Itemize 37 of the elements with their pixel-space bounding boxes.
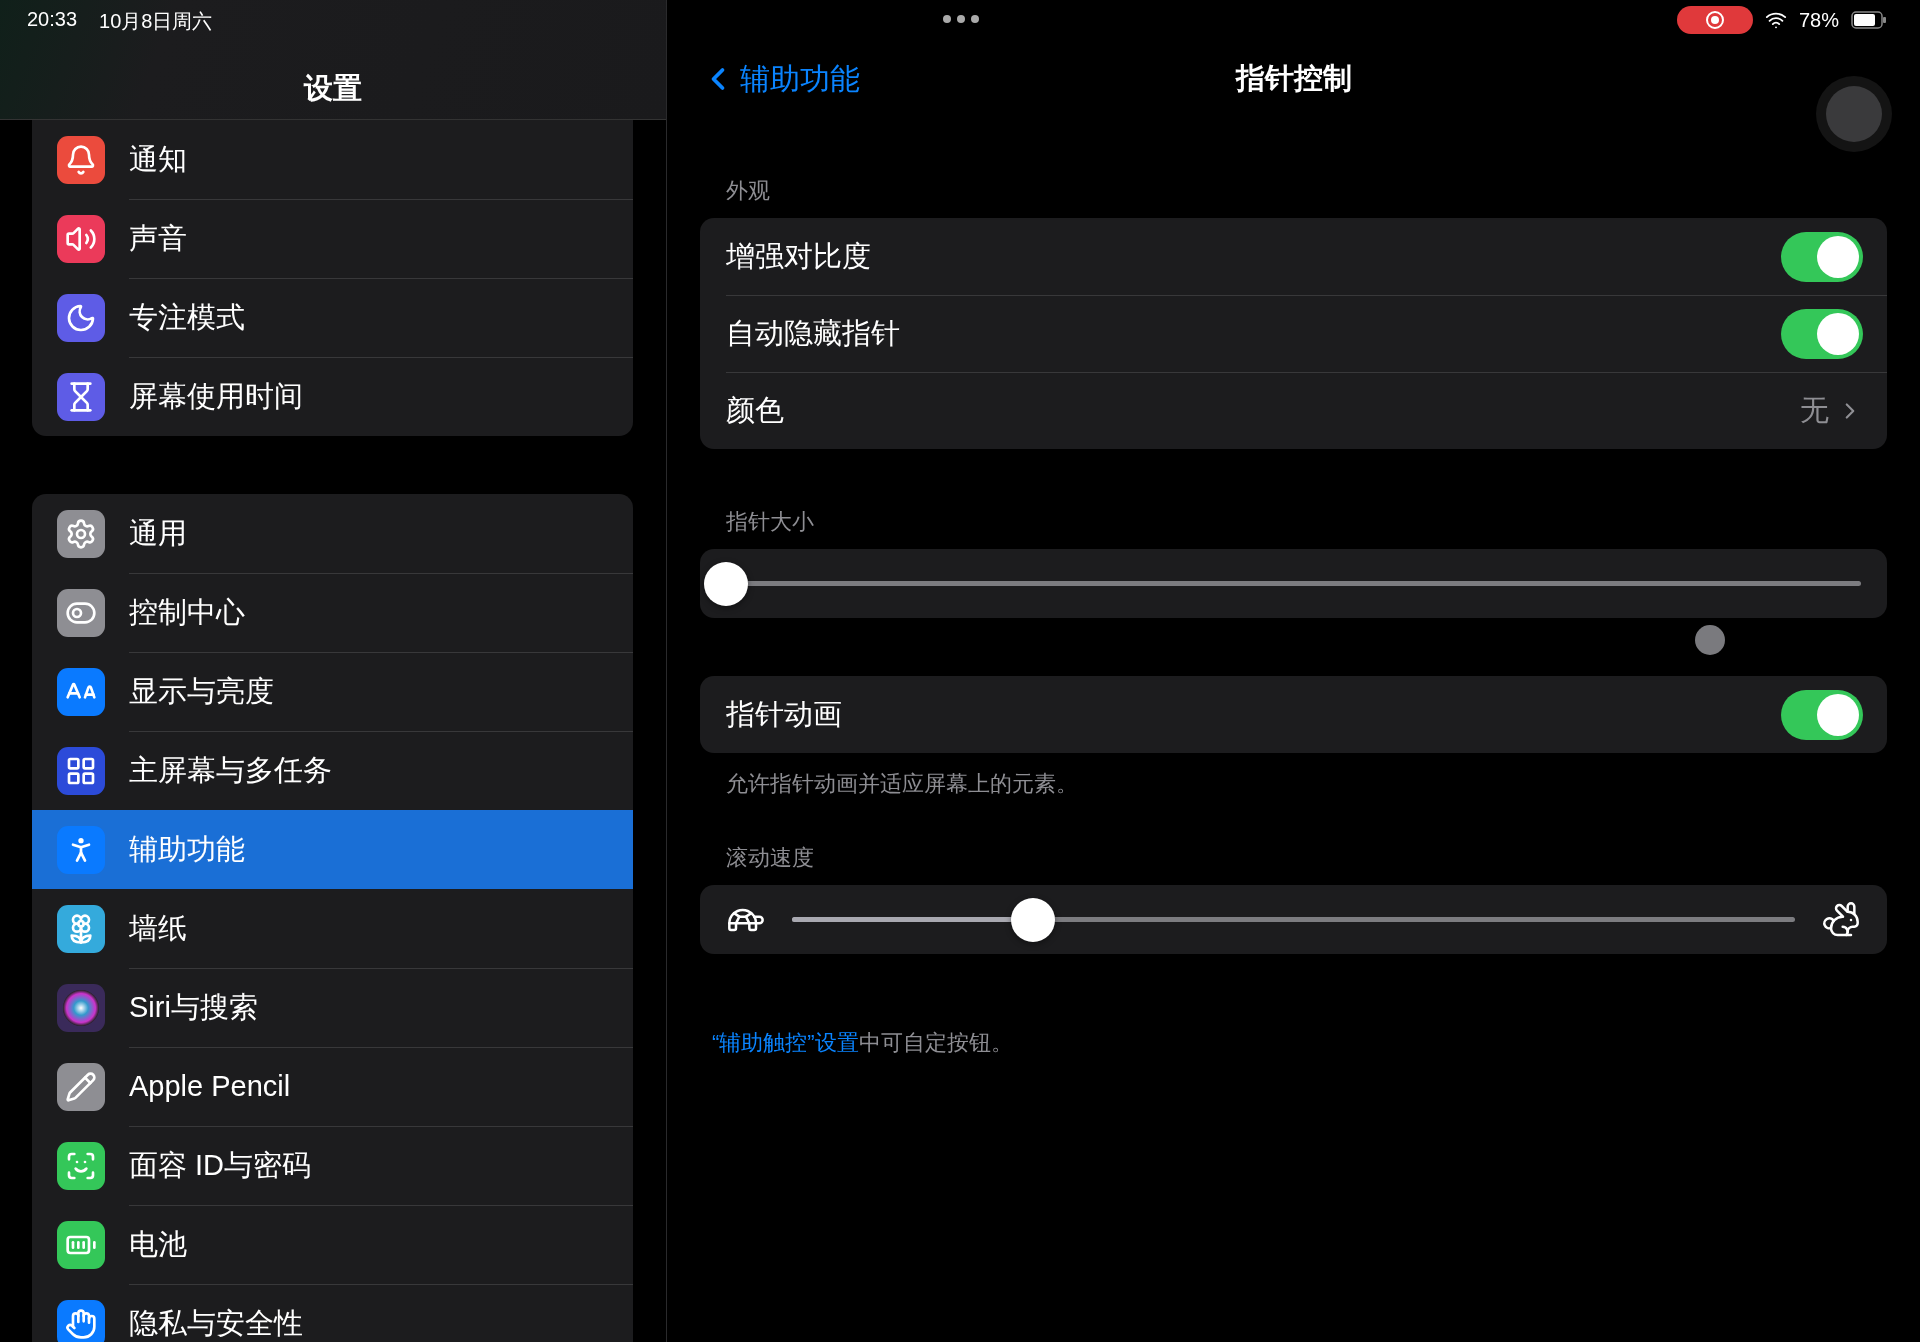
- slider-thumb[interactable]: [704, 561, 748, 606]
- sidebar-title: 设置: [302, 71, 363, 106]
- sidebar-item[interactable]: 控制中心: [32, 573, 633, 652]
- status-time: 20:33: [27, 8, 78, 32]
- sidebar-item[interactable]: 通知: [32, 120, 633, 199]
- sidebar-item[interactable]: 面容 ID与密码: [32, 1126, 633, 1205]
- note-text: “辅助触控”设置中可自定按钮。: [711, 1029, 1014, 1057]
- pointer-dot: [1695, 625, 1725, 655]
- toggle-switch[interactable]: [1781, 308, 1863, 359]
- battery-percent: 78%: [1798, 8, 1839, 32]
- row-label: 指针动画: [726, 696, 842, 732]
- row-label: 增强对比度: [726, 238, 871, 274]
- sidebar-item[interactable]: Apple Pencil: [32, 1047, 633, 1126]
- battery-icon: [1851, 11, 1887, 29]
- sidebar-item[interactable]: 专注模式: [32, 278, 633, 357]
- sidebar-item[interactable]: 主屏幕与多任务: [32, 731, 633, 810]
- section-header: 指针大小: [725, 508, 815, 536]
- sidebar-item[interactable]: Siri与搜索: [32, 968, 633, 1047]
- toggle-switch[interactable]: [1781, 231, 1863, 282]
- page-title: 指针控制: [1235, 61, 1352, 96]
- sidebar-item[interactable]: 电池: [32, 1205, 633, 1284]
- sidebar-item[interactable]: 通用: [32, 494, 633, 573]
- sidebar-item[interactable]: 声音: [32, 199, 633, 278]
- footer-text: 允许指针动画并适应屏幕上的元素。: [725, 770, 1079, 798]
- toggle-switch[interactable]: [1781, 689, 1863, 740]
- sidebar-item[interactable]: 屏幕使用时间: [32, 357, 633, 436]
- sidebar-item[interactable]: 显示与亮度: [32, 652, 633, 731]
- disclosure-row[interactable]: 颜色 无: [700, 372, 1887, 449]
- back-link[interactable]: 辅助功能: [700, 58, 1236, 100]
- section-header: 滚动速度: [725, 844, 815, 872]
- status-date: 10月8日周六: [99, 9, 213, 34]
- sidebar-item[interactable]: 墙纸: [32, 889, 633, 968]
- sidebar-item[interactable]: 辅助功能: [32, 810, 633, 889]
- section-header: 外观: [725, 177, 771, 205]
- sidebar-item[interactable]: 隐私与安全性: [32, 1284, 633, 1342]
- settings-link[interactable]: “辅助触控”设置: [712, 1030, 859, 1055]
- row-label: 自动隐藏指针: [726, 315, 900, 351]
